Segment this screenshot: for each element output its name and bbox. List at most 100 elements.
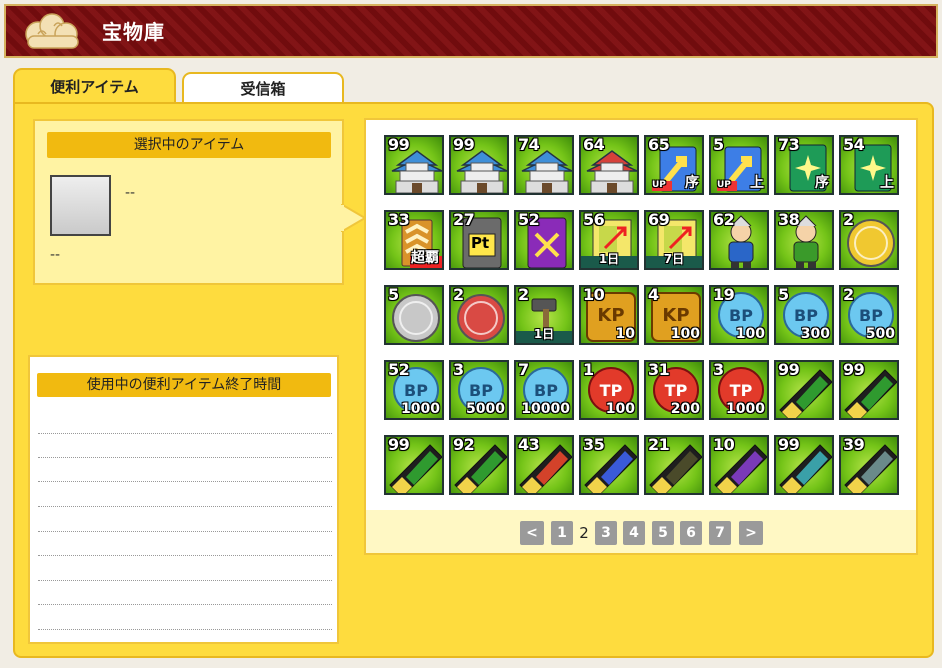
item-slot[interactable]: BP 2 500: [839, 285, 899, 345]
item-slot[interactable]: 99: [774, 360, 834, 420]
item-slot[interactable]: BP 19 100: [709, 285, 769, 345]
divider: [38, 481, 332, 482]
item-tag: 上: [880, 175, 894, 191]
item-slot[interactable]: 99: [774, 435, 834, 495]
tab-inbox[interactable]: 受信箱: [182, 72, 344, 104]
item-slot[interactable]: TP 1 100: [579, 360, 639, 420]
item-bar: 1日: [533, 327, 555, 341]
item-slot[interactable]: 74: [514, 135, 574, 195]
item-slot[interactable]: 99: [839, 360, 899, 420]
item-quantity: 4: [648, 285, 659, 304]
item-slot[interactable]: TP 31 200: [644, 360, 704, 420]
svg-text:BP: BP: [794, 306, 818, 325]
selected-item-thumbnail: [50, 175, 111, 236]
item-quantity: 5: [388, 285, 399, 304]
item-slot[interactable]: 43: [514, 435, 574, 495]
selected-item-panel: 選択中のアイテム -- --: [33, 119, 344, 285]
item-quantity: 92: [453, 435, 475, 454]
item-val: 300: [800, 326, 830, 342]
item-slot[interactable]: TP 3 1000: [709, 360, 769, 420]
item-tag: 上: [750, 175, 764, 191]
item-quantity: 27: [453, 210, 475, 229]
next-page-button[interactable]: >: [739, 521, 763, 545]
item-slot[interactable]: 62: [709, 210, 769, 270]
svg-text:BP: BP: [859, 306, 883, 325]
item-slot[interactable]: 10: [709, 435, 769, 495]
divider: [38, 506, 332, 507]
item-slot[interactable]: 92: [449, 435, 509, 495]
item-tag: 序: [685, 175, 699, 191]
item-quantity: 62: [713, 210, 735, 229]
item-quantity: 74: [518, 135, 540, 154]
item-slot[interactable]: 2: [839, 210, 899, 270]
active-items-label: 使用中の便利アイテム終了時間: [37, 373, 331, 397]
item-quantity: 2: [843, 210, 854, 229]
item-quantity: 43: [518, 435, 540, 454]
item-slot[interactable]: 39: [839, 435, 899, 495]
item-quantity: 10: [583, 285, 605, 304]
svg-text:KP: KP: [662, 305, 689, 326]
item-quantity: 64: [583, 135, 605, 154]
item-slot[interactable]: BP 3 5000: [449, 360, 509, 420]
divider: [38, 433, 332, 434]
item-sub: UP: [652, 180, 666, 190]
item-slot[interactable]: 73 序: [774, 135, 834, 195]
item-quantity: 73: [778, 135, 800, 154]
item-slot[interactable]: BP 5 300: [774, 285, 834, 345]
page-title: 宝物庫: [102, 20, 165, 44]
tab-convenience-items[interactable]: 便利アイテム: [13, 68, 176, 104]
item-slot[interactable]: 99: [384, 135, 444, 195]
item-bar: 1日: [598, 252, 620, 266]
svg-text:KP: KP: [597, 305, 624, 326]
item-slot[interactable]: 5 上 UP: [709, 135, 769, 195]
item-slot[interactable]: 64: [579, 135, 639, 195]
item-quantity: 10: [713, 435, 735, 454]
item-slot[interactable]: 52: [514, 210, 574, 270]
divider: [38, 580, 332, 581]
item-slot[interactable]: 65 序 UP: [644, 135, 704, 195]
item-slot[interactable]: 38: [774, 210, 834, 270]
item-slot[interactable]: 99: [449, 135, 509, 195]
page-4-button[interactable]: 4: [623, 521, 645, 545]
item-slot[interactable]: KP 10 10: [579, 285, 639, 345]
svg-text:TP: TP: [730, 381, 753, 400]
item-quantity: 56: [583, 210, 605, 229]
item-val: 100: [670, 326, 700, 342]
page-3-button[interactable]: 3: [595, 521, 617, 545]
item-quantity: 52: [388, 360, 410, 379]
item-slot[interactable]: 69 7日: [644, 210, 704, 270]
item-slot[interactable]: KP 4 100: [644, 285, 704, 345]
item-slot[interactable]: 2 1日: [514, 285, 574, 345]
item-slot[interactable]: BP 7 10000: [514, 360, 574, 420]
item-quantity: 99: [843, 360, 865, 379]
page-7-button[interactable]: 7: [709, 521, 731, 545]
item-quantity: 21: [648, 435, 670, 454]
item-slot[interactable]: 21: [644, 435, 704, 495]
svg-text:TP: TP: [600, 381, 623, 400]
item-slot[interactable]: 33 超覇: [384, 210, 444, 270]
item-val: 1000: [726, 401, 765, 417]
page-6-button[interactable]: 6: [680, 521, 702, 545]
item-slot[interactable]: 27 Pt: [449, 210, 509, 270]
item-quantity: 99: [388, 435, 410, 454]
item-slot[interactable]: 99: [384, 435, 444, 495]
item-slot[interactable]: 56 1日: [579, 210, 639, 270]
item-slot[interactable]: 5: [384, 285, 444, 345]
selected-item-name: --: [125, 185, 136, 201]
item-tag: 序: [815, 175, 829, 191]
divider: [38, 604, 332, 605]
item-quantity: 35: [583, 435, 605, 454]
item-slot[interactable]: BP 52 1000: [384, 360, 444, 420]
item-quantity: 38: [778, 210, 800, 229]
svg-text:BP: BP: [404, 381, 428, 400]
cloud-ornament-icon: [25, 13, 79, 49]
item-sub: UP: [717, 180, 731, 190]
page-5-button[interactable]: 5: [652, 521, 674, 545]
item-quantity: 3: [453, 360, 464, 379]
item-slot[interactable]: 2: [449, 285, 509, 345]
item-slot[interactable]: 54 上: [839, 135, 899, 195]
page-1-button[interactable]: 1: [551, 521, 573, 545]
item-slot[interactable]: 35: [579, 435, 639, 495]
prev-page-button[interactable]: <: [520, 521, 544, 545]
item-quantity: 99: [453, 135, 475, 154]
